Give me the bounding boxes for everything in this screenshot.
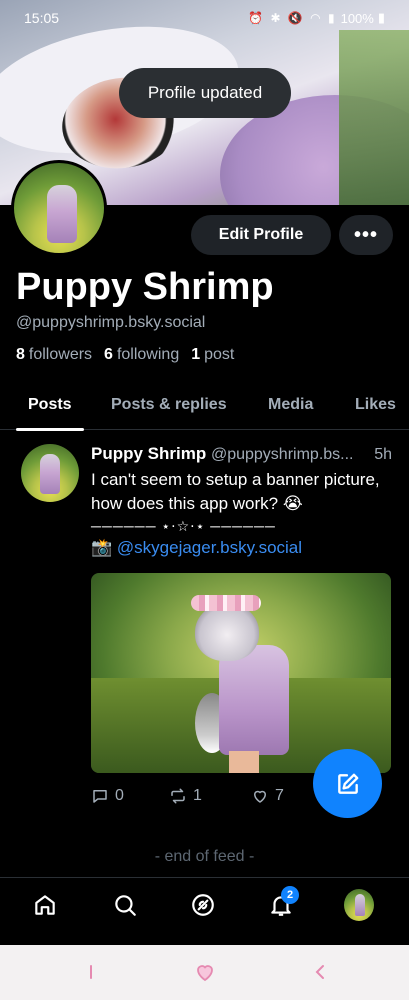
status-indicators: ⏰ ✱ 🔇 ◠ ▮ 100% ▮ (248, 10, 385, 26)
like-button[interactable]: 7 (251, 787, 284, 805)
nav-profile[interactable] (344, 889, 374, 921)
like-count: 7 (275, 787, 284, 804)
more-icon: ••• (353, 223, 378, 246)
mention-link[interactable]: @skygejager.bsky.social (117, 538, 302, 557)
status-time: 15:05 (24, 10, 60, 26)
more-options-button[interactable]: ••• (339, 215, 393, 255)
repost-button[interactable]: 1 (169, 787, 202, 805)
repost-count: 1 (193, 787, 202, 804)
back-button[interactable] (310, 959, 330, 985)
heart-home-icon (197, 965, 213, 982)
home-icon (35, 895, 55, 915)
compose-icon (337, 773, 358, 794)
profile-tabs: Posts Posts & replies Media Likes (0, 380, 409, 431)
recents-button[interactable] (85, 959, 97, 985)
nav-home[interactable] (30, 890, 60, 920)
edit-profile-button[interactable]: Edit Profile (191, 215, 331, 255)
profile-handle: @puppyshrimp.bsky.social (16, 314, 206, 331)
followers-stat[interactable]: 8 followers (16, 346, 92, 364)
posts-stat: 1 post (191, 346, 235, 363)
nav-profile-avatar (344, 889, 374, 921)
compose-post-button[interactable] (313, 749, 382, 818)
home-system-button[interactable] (190, 959, 220, 985)
nav-search[interactable] (110, 890, 140, 920)
post-divider-text: ────── ⋆⋅☆⋅⋆ ────── (91, 518, 276, 534)
heart-icon (254, 790, 266, 803)
profile-avatar[interactable] (11, 160, 107, 256)
post-actions: 0 1 7 (91, 787, 311, 811)
feeds-icon (192, 894, 214, 916)
bottom-navigation: 2 (0, 877, 409, 945)
tab-posts[interactable]: Posts (16, 380, 84, 431)
tab-media[interactable]: Media (268, 380, 313, 430)
nav-notifications[interactable]: 2 (266, 886, 299, 920)
post-author-handle[interactable]: @puppyshrimp.bs... (211, 446, 354, 463)
back-icon (315, 965, 324, 979)
post-header: Puppy Shrimp @puppyshrimp.bs... (91, 444, 396, 464)
battery-icon: ▮ (377, 10, 385, 25)
search-icon (115, 895, 136, 916)
profile-display-name: Puppy Shrimp (16, 266, 274, 308)
tab-likes[interactable]: Likes (355, 380, 396, 430)
system-status-icons: ⏰ ✱ 🔇 ◠ ▮ (248, 11, 337, 25)
nav-feeds[interactable] (188, 890, 218, 920)
post-timestamp: 5h (374, 446, 392, 463)
post-image[interactable] (91, 573, 391, 773)
camera-emoji: 📸 (91, 538, 113, 557)
toast-notification: Profile updated (119, 68, 291, 118)
following-stat[interactable]: 6 following (104, 346, 179, 364)
reply-button[interactable]: 0 (91, 787, 124, 805)
notifications-badge: 2 (281, 886, 299, 904)
end-of-feed-text: - end of feed - (154, 848, 255, 865)
status-bar: 15:05 ⏰ ✱ 🔇 ◠ ▮ 100% ▮ (0, 0, 409, 36)
post-text: I can't seem to setup a banner picture, … (91, 470, 380, 513)
profile-stats: 8 followers 6 following 1 post (16, 346, 234, 364)
post-author-name[interactable]: Puppy Shrimp (91, 444, 206, 463)
battery-level: 100% (340, 10, 374, 26)
post-author-avatar[interactable] (21, 444, 79, 502)
post-credit: 📸 @skygejager.bsky.social (91, 538, 302, 558)
reply-icon (93, 790, 107, 803)
recents-icon (90, 965, 92, 979)
system-navigation-bar (0, 945, 409, 1000)
reply-count: 0 (115, 787, 124, 804)
repost-icon (171, 788, 185, 804)
tab-posts-and-replies[interactable]: Posts & replies (111, 380, 227, 430)
